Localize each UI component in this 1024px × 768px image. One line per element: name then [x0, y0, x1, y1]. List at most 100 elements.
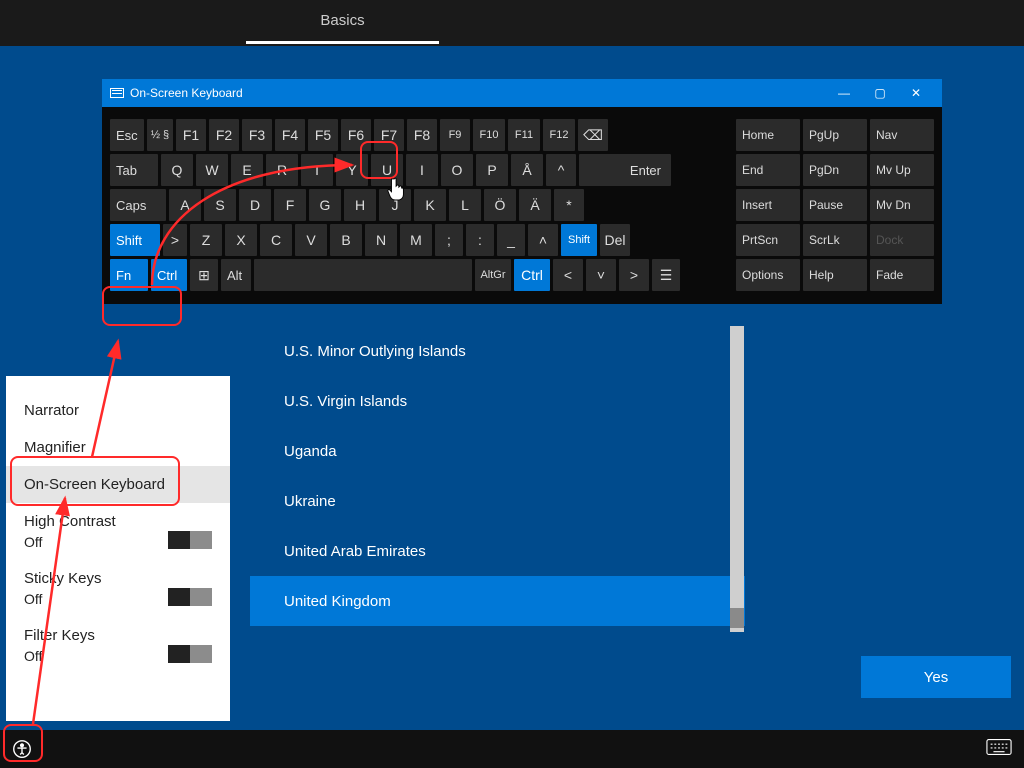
- key-m[interactable]: M: [400, 224, 432, 256]
- key-[interactable]: >: [619, 259, 649, 291]
- key-dock[interactable]: Dock: [870, 224, 934, 256]
- key-f7[interactable]: F7: [374, 119, 404, 151]
- key-f2[interactable]: F2: [209, 119, 239, 151]
- key-x[interactable]: X: [225, 224, 257, 256]
- key-end[interactable]: End: [736, 154, 800, 186]
- yes-button[interactable]: Yes: [861, 656, 1011, 698]
- key-z[interactable]: Z: [190, 224, 222, 256]
- key-k[interactable]: K: [414, 189, 446, 221]
- ease-item-sticky-keys[interactable]: Sticky Keys Off: [24, 560, 212, 617]
- key-e[interactable]: E: [231, 154, 263, 186]
- key-[interactable]: Ö: [484, 189, 516, 221]
- key-f1[interactable]: F1: [176, 119, 206, 151]
- ease-of-access-button[interactable]: [8, 736, 36, 762]
- key-t[interactable]: T: [301, 154, 333, 186]
- tab-basics[interactable]: Basics: [246, 0, 439, 44]
- key-prtscn[interactable]: PrtScn: [736, 224, 800, 256]
- key-f11[interactable]: F11: [508, 119, 540, 151]
- key-[interactable]: ⊞: [190, 259, 218, 291]
- toggle-sticky-keys[interactable]: [168, 588, 212, 606]
- toggle-filter-keys[interactable]: [168, 645, 212, 663]
- country-item[interactable]: U.S. Minor Outlying Islands: [250, 326, 745, 376]
- key-[interactable]: _: [497, 224, 525, 256]
- key-f9[interactable]: F9: [440, 119, 470, 151]
- key-[interactable]: Å: [511, 154, 543, 186]
- keyboard-taskbar-icon[interactable]: [986, 738, 1014, 760]
- ease-item-magnifier[interactable]: Magnifier: [24, 429, 212, 466]
- country-item[interactable]: Uganda: [250, 426, 745, 476]
- key-tab[interactable]: Tab: [110, 154, 158, 186]
- key-y[interactable]: Y: [336, 154, 368, 186]
- key-del[interactable]: Del: [600, 224, 630, 256]
- ease-item-narrator[interactable]: Narrator: [24, 392, 212, 429]
- key-h[interactable]: H: [344, 189, 376, 221]
- key-p[interactable]: P: [476, 154, 508, 186]
- key-f6[interactable]: F6: [341, 119, 371, 151]
- key-[interactable]: <: [553, 259, 583, 291]
- key-[interactable]: ^: [546, 154, 576, 186]
- key-s[interactable]: S: [204, 189, 236, 221]
- key-l[interactable]: L: [449, 189, 481, 221]
- key-[interactable]: >: [163, 224, 187, 256]
- key-v[interactable]: V: [295, 224, 327, 256]
- key-mvdn[interactable]: Mv Dn: [870, 189, 934, 221]
- key-[interactable]: Ä: [519, 189, 551, 221]
- country-item[interactable]: Ukraine: [250, 476, 745, 526]
- key-space[interactable]: [254, 259, 472, 291]
- key-[interactable]: *: [554, 189, 584, 221]
- key-[interactable]: ½ §: [147, 119, 173, 151]
- key-g[interactable]: G: [309, 189, 341, 221]
- key-[interactable]: ;: [435, 224, 463, 256]
- key-a[interactable]: A: [169, 189, 201, 221]
- key-f8[interactable]: F8: [407, 119, 437, 151]
- country-item[interactable]: United Arab Emirates: [250, 526, 745, 576]
- key-f12[interactable]: F12: [543, 119, 575, 151]
- key-f[interactable]: F: [274, 189, 306, 221]
- key-altgr[interactable]: AltGr: [475, 259, 511, 291]
- key-[interactable]: ⌫: [578, 119, 608, 151]
- ease-item-high-contrast[interactable]: High Contrast Off: [24, 503, 212, 560]
- key-nav[interactable]: Nav: [870, 119, 934, 151]
- key-i[interactable]: I: [406, 154, 438, 186]
- key-fade[interactable]: Fade: [870, 259, 934, 291]
- key-alt[interactable]: Alt: [221, 259, 251, 291]
- key-pgdn[interactable]: PgDn: [803, 154, 867, 186]
- key-ctrl[interactable]: Ctrl: [151, 259, 187, 291]
- toggle-high-contrast[interactable]: [168, 531, 212, 549]
- country-item[interactable]: United Kingdom: [250, 576, 745, 626]
- minimize-button[interactable]: —: [826, 79, 862, 107]
- key-n[interactable]: N: [365, 224, 397, 256]
- key-caps[interactable]: Caps: [110, 189, 166, 221]
- key-[interactable]: ˄: [528, 224, 558, 256]
- key-u[interactable]: U: [371, 154, 403, 186]
- key-shift[interactable]: Shift: [110, 224, 160, 256]
- key-d[interactable]: D: [239, 189, 271, 221]
- key-mvup[interactable]: Mv Up: [870, 154, 934, 186]
- key-pause[interactable]: Pause: [803, 189, 867, 221]
- key-w[interactable]: W: [196, 154, 228, 186]
- key-[interactable]: ☰: [652, 259, 680, 291]
- key-ctrl[interactable]: Ctrl: [514, 259, 550, 291]
- country-list[interactable]: U.S. Minor Outlying IslandsU.S. Virgin I…: [250, 326, 745, 632]
- key-f5[interactable]: F5: [308, 119, 338, 151]
- key-help[interactable]: Help: [803, 259, 867, 291]
- key-b[interactable]: B: [330, 224, 362, 256]
- maximize-button[interactable]: ▢: [862, 79, 898, 107]
- key-insert[interactable]: Insert: [736, 189, 800, 221]
- key-[interactable]: ˅: [586, 259, 616, 291]
- scrollbar-track[interactable]: [730, 326, 744, 632]
- key-f10[interactable]: F10: [473, 119, 505, 151]
- key-o[interactable]: O: [441, 154, 473, 186]
- key-esc[interactable]: Esc: [110, 119, 144, 151]
- close-button[interactable]: ✕: [898, 79, 934, 107]
- key-fn[interactable]: Fn: [110, 259, 148, 291]
- key-scrlk[interactable]: ScrLk: [803, 224, 867, 256]
- key-[interactable]: :: [466, 224, 494, 256]
- key-q[interactable]: Q: [161, 154, 193, 186]
- ease-item-filter-keys[interactable]: Filter Keys Off: [24, 617, 212, 674]
- osk-titlebar[interactable]: On-Screen Keyboard — ▢ ✕: [102, 79, 942, 107]
- key-r[interactable]: R: [266, 154, 298, 186]
- key-pgup[interactable]: PgUp: [803, 119, 867, 151]
- key-f3[interactable]: F3: [242, 119, 272, 151]
- key-c[interactable]: C: [260, 224, 292, 256]
